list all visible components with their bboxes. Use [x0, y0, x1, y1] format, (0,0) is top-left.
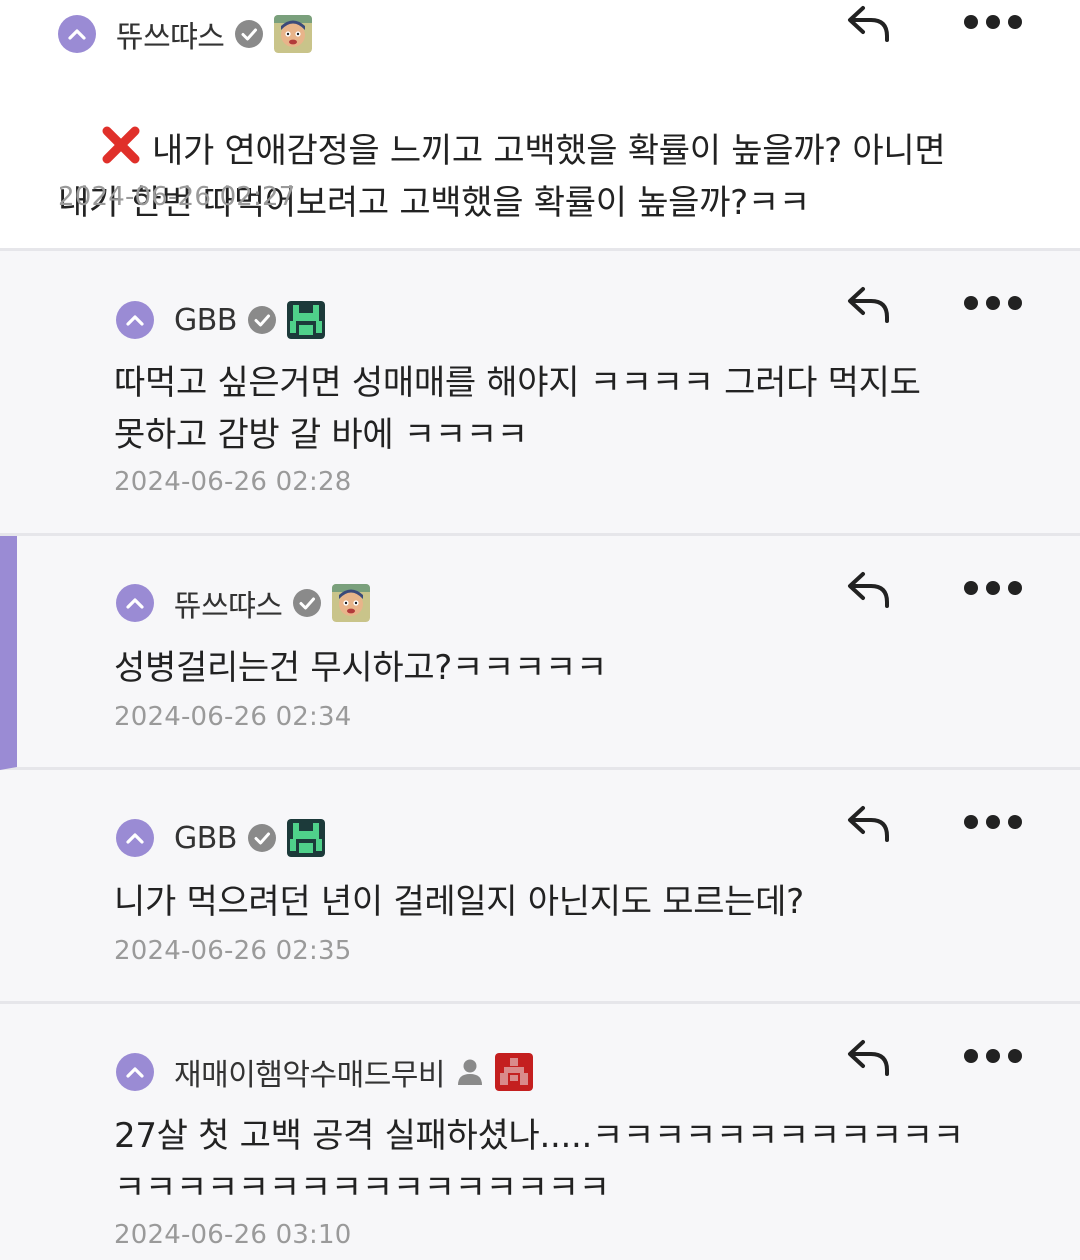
collapse-button[interactable]	[116, 1053, 154, 1091]
reply-button[interactable]	[844, 566, 894, 610]
comment-author[interactable]: 뜌쓰땨스	[174, 581, 283, 625]
verified-check-icon	[247, 305, 277, 335]
more-options-button[interactable]	[964, 12, 1022, 32]
comment-reply-highlighted: 뜌쓰땨스 성병걸리는건 무시하고?ㅋㅋㅋㅋㅋ 2024-06-26 02:34	[0, 536, 1080, 770]
collapse-button[interactable]	[116, 584, 154, 622]
comment-author[interactable]: 뜌쓰땨스	[116, 12, 225, 56]
user-icon	[455, 1057, 485, 1087]
comment-timestamp: 2024-06-26 02:34	[114, 702, 352, 732]
reply-icon	[848, 287, 889, 323]
collapse-button[interactable]	[116, 301, 154, 339]
comment-author[interactable]: GBB	[174, 303, 237, 338]
more-options-button[interactable]	[964, 812, 1022, 832]
comment-reply: 재매이햄악수매드무비 27살 첫 고백 공격 실패하셨나.....ㅋㅋㅋㅋㅋㅋㅋ…	[0, 1004, 1080, 1260]
chevron-up-icon	[126, 833, 144, 844]
reply-button[interactable]	[844, 800, 894, 844]
avatar[interactable]	[495, 1053, 533, 1091]
comment-text: 따먹고 싶은거면 성매매를 해야지 ㅋㅋㅋㅋ 그러다 먹지도 못하고 감방 갈 …	[114, 363, 921, 455]
avatar[interactable]	[286, 819, 325, 857]
avatar[interactable]	[332, 584, 371, 622]
comment-author[interactable]: GBB	[174, 821, 237, 856]
comment-timestamp: 2024-06-26 02:35	[114, 936, 352, 966]
deleted-x-icon	[102, 126, 140, 164]
collapse-button[interactable]	[116, 819, 154, 857]
verified-check-icon	[292, 588, 322, 618]
more-options-button[interactable]	[964, 293, 1022, 313]
reply-button[interactable]	[844, 1034, 894, 1078]
comment-reply: GBB 따먹고 싶은거면 성매매를 해야지 ㅋㅋㅋㅋ 그러다 먹지도 못하고 감…	[0, 251, 1080, 536]
comment-author[interactable]: 재매이햄악수매드무비	[174, 1050, 446, 1094]
chevron-up-icon	[126, 598, 144, 609]
comment-text: 27살 첫 고백 공격 실패하셨나.....ㅋㅋㅋㅋㅋㅋㅋㅋㅋㅋㅋㅋ ㅋㅋㅋㅋㅋ…	[114, 1116, 964, 1208]
reply-icon	[848, 1040, 889, 1076]
verified-check-icon	[247, 823, 277, 853]
more-options-button[interactable]	[964, 578, 1022, 598]
collapse-button[interactable]	[58, 15, 96, 53]
more-options-button[interactable]	[964, 1046, 1022, 1066]
avatar[interactable]	[286, 301, 325, 339]
comment: 뜌쓰땨스 내가 연애감정을 느끼고 고백했을 확률이 높을까? 아니면 내가 한…	[0, 0, 1080, 251]
reply-icon	[848, 572, 889, 608]
comment-timestamp: 2024-06-26 02:28	[114, 467, 352, 497]
reply-icon	[848, 6, 889, 42]
reply-button[interactable]	[844, 281, 894, 325]
comment-text: 니가 먹으려던 년이 걸레일지 아닌지도 모르는데?	[114, 882, 804, 922]
comment-timestamp: 2024-06-26 02:27	[58, 182, 296, 212]
comment-text: 성병걸리는건 무시하고?ㅋㅋㅋㅋㅋ	[114, 648, 607, 688]
comment-timestamp: 2024-06-26 03:10	[114, 1220, 352, 1250]
avatar[interactable]	[274, 15, 313, 53]
chevron-up-icon	[126, 315, 144, 326]
reply-button[interactable]	[844, 0, 894, 44]
comment-reply: GBB 니가 먹으려던 년이 걸레일지 아닌지도 모르는데? 2024-06-2…	[0, 770, 1080, 1004]
chevron-up-icon	[68, 29, 86, 40]
chevron-up-icon	[126, 1067, 144, 1078]
reply-icon	[848, 806, 889, 842]
verified-check-icon	[234, 19, 264, 49]
